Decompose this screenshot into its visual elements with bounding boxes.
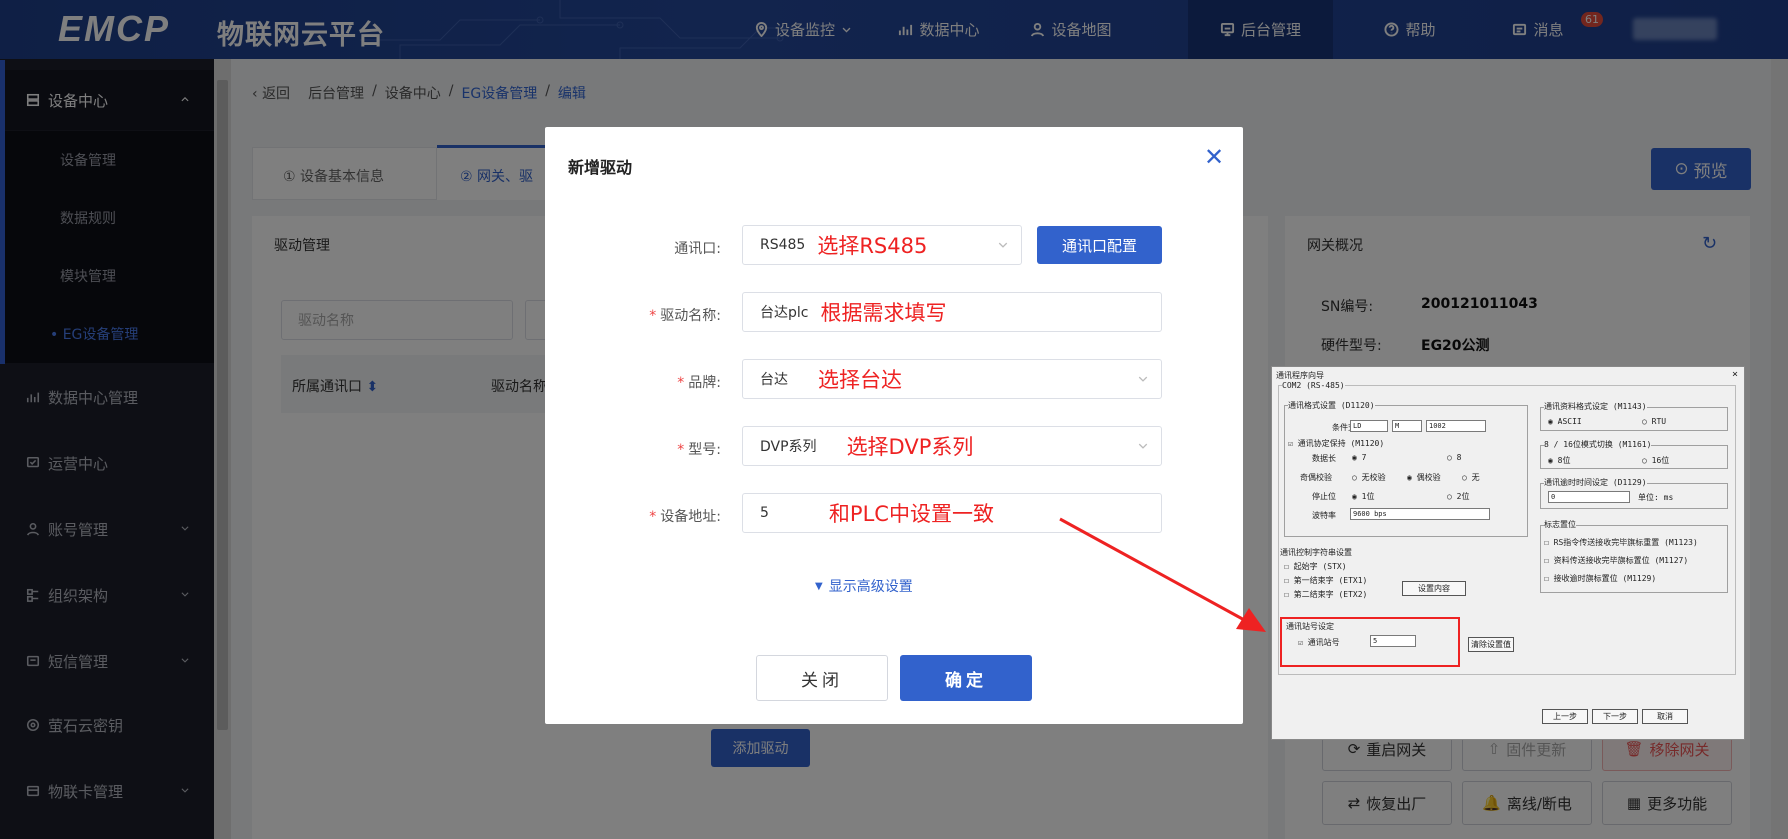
- plc-wizard-screenshot: 通讯程序向导 × COM2 (RS-485) 通讯格式设置 (D1120) 条件…: [1271, 366, 1745, 740]
- inset-input: 9600 bps: [1350, 508, 1490, 520]
- inset-button: 下一步: [1592, 709, 1638, 724]
- chevron-down-icon: [998, 242, 1008, 248]
- inset-radio: ◉ ASCII: [1548, 417, 1582, 426]
- model-label: * 型号:: [677, 442, 721, 458]
- inset-label: 波特率: [1312, 511, 1336, 520]
- inset-radio: ◉ 7: [1352, 453, 1367, 462]
- driver-name-input[interactable]: 台达plc 根据需求填写: [742, 292, 1162, 332]
- station-number-highlight: [1280, 617, 1460, 667]
- inset-input: LD: [1350, 420, 1388, 432]
- inset-label: 奇偶校验: [1300, 473, 1332, 482]
- inset-button: 清除设置值: [1468, 637, 1514, 652]
- annotation-address: 和PLC中设置一致: [828, 502, 994, 526]
- inset-radio: ○ RTU: [1642, 417, 1667, 426]
- inset-title: 通讯程序向导: [1276, 371, 1324, 380]
- inset-radio: ◉ 偶校验: [1407, 473, 1441, 482]
- inset-radio: ○ 16位: [1642, 456, 1670, 465]
- brand-label: * 品牌:: [677, 375, 721, 391]
- annotation-name: 根据需求填写: [820, 301, 947, 325]
- driver-name-label: * 驱动名称:: [649, 308, 721, 324]
- dialog-title: 新增驱动: [568, 158, 633, 177]
- inset-checkbox: ☐ 第一结束字 (ETX1): [1284, 576, 1368, 585]
- inset-radio: ○ 无: [1462, 473, 1480, 482]
- inset-group-label: 标志置位: [1544, 519, 1576, 530]
- close-icon[interactable]: ✕: [1202, 145, 1226, 169]
- annotation-brand: 选择台达: [818, 368, 902, 392]
- close-button[interactable]: 关闭: [756, 655, 888, 701]
- model-select[interactable]: DVP系列 选择DVP系列: [742, 426, 1162, 466]
- inset-checkbox: ☐ 起始字 (STX): [1284, 562, 1347, 571]
- inset-input: 1002: [1426, 420, 1486, 432]
- inset-checkbox: ☐ 资料传送接收完毕旗标置位 (M1127): [1544, 556, 1689, 565]
- inset-checkbox: ☐ 接收逾时旗标置位 (M1129): [1544, 574, 1657, 583]
- confirm-button[interactable]: 确定: [900, 655, 1032, 701]
- device-address-label: * 设备地址:: [649, 509, 721, 525]
- inset-group-label: 通讯控制字符串设置: [1280, 548, 1352, 557]
- port-config-button[interactable]: 通讯口配置: [1037, 226, 1162, 264]
- advanced-settings-toggle[interactable]: ▼ 显示高级设置: [815, 576, 913, 596]
- inset-radio: ○ 8: [1447, 453, 1462, 462]
- inset-group-label: 8 / 16位模式切换 (M1161): [1544, 439, 1652, 450]
- inset-radio: ◉ 1位: [1352, 492, 1375, 501]
- inset-checkbox: ☑ 通讯协定保持 (M1120): [1288, 439, 1385, 448]
- inset-button: 设置内容: [1402, 581, 1466, 596]
- port-select[interactable]: RS485 选择RS485: [742, 225, 1022, 265]
- inset-port: COM2 (RS-485): [1282, 381, 1345, 390]
- annotation-model: 选择DVP系列: [846, 435, 974, 459]
- close-icon: ×: [1731, 369, 1738, 380]
- inset-radio: ○ 2位: [1447, 492, 1470, 501]
- inset-group-label: 通讯逾时时间设定 (D1129): [1544, 477, 1647, 488]
- chevron-down-icon: [1138, 443, 1148, 449]
- chevron-down-icon: [1138, 376, 1148, 382]
- inset-group-label: 通讯格式设置 (D1120): [1288, 400, 1375, 411]
- inset-radio: ○ 无校验: [1352, 473, 1386, 482]
- inset-label: 单位: ms: [1638, 493, 1674, 502]
- inset-checkbox: ☐ RS指令传送接收完毕旗标重置 (M1123): [1544, 538, 1698, 547]
- inset-checkbox: ☐ 第二结束字 (ETX2): [1284, 590, 1368, 599]
- port-label: 通讯口:: [674, 241, 721, 257]
- inset-radio: ◉ 8位: [1548, 456, 1571, 465]
- inset-label: 停止位: [1312, 492, 1336, 501]
- caret-down-icon: ▼: [815, 580, 823, 592]
- inset-input: M: [1392, 420, 1422, 432]
- device-address-input[interactable]: 5 和PLC中设置一致: [742, 493, 1162, 533]
- inset-input: 0: [1548, 491, 1630, 503]
- brand-select[interactable]: 台达 选择台达: [742, 359, 1162, 399]
- inset-button: 上一步: [1542, 709, 1588, 724]
- annotation-port: 选择RS485: [817, 234, 928, 258]
- add-driver-dialog: 新增驱动 ✕ 通讯口: RS485 选择RS485 通讯口配置 * 驱动名称: 台…: [545, 127, 1243, 724]
- inset-button: 取消: [1642, 709, 1688, 724]
- inset-group-label: 通讯资料格式设定 (M1143): [1544, 401, 1647, 412]
- inset-label: 数据长: [1312, 454, 1336, 463]
